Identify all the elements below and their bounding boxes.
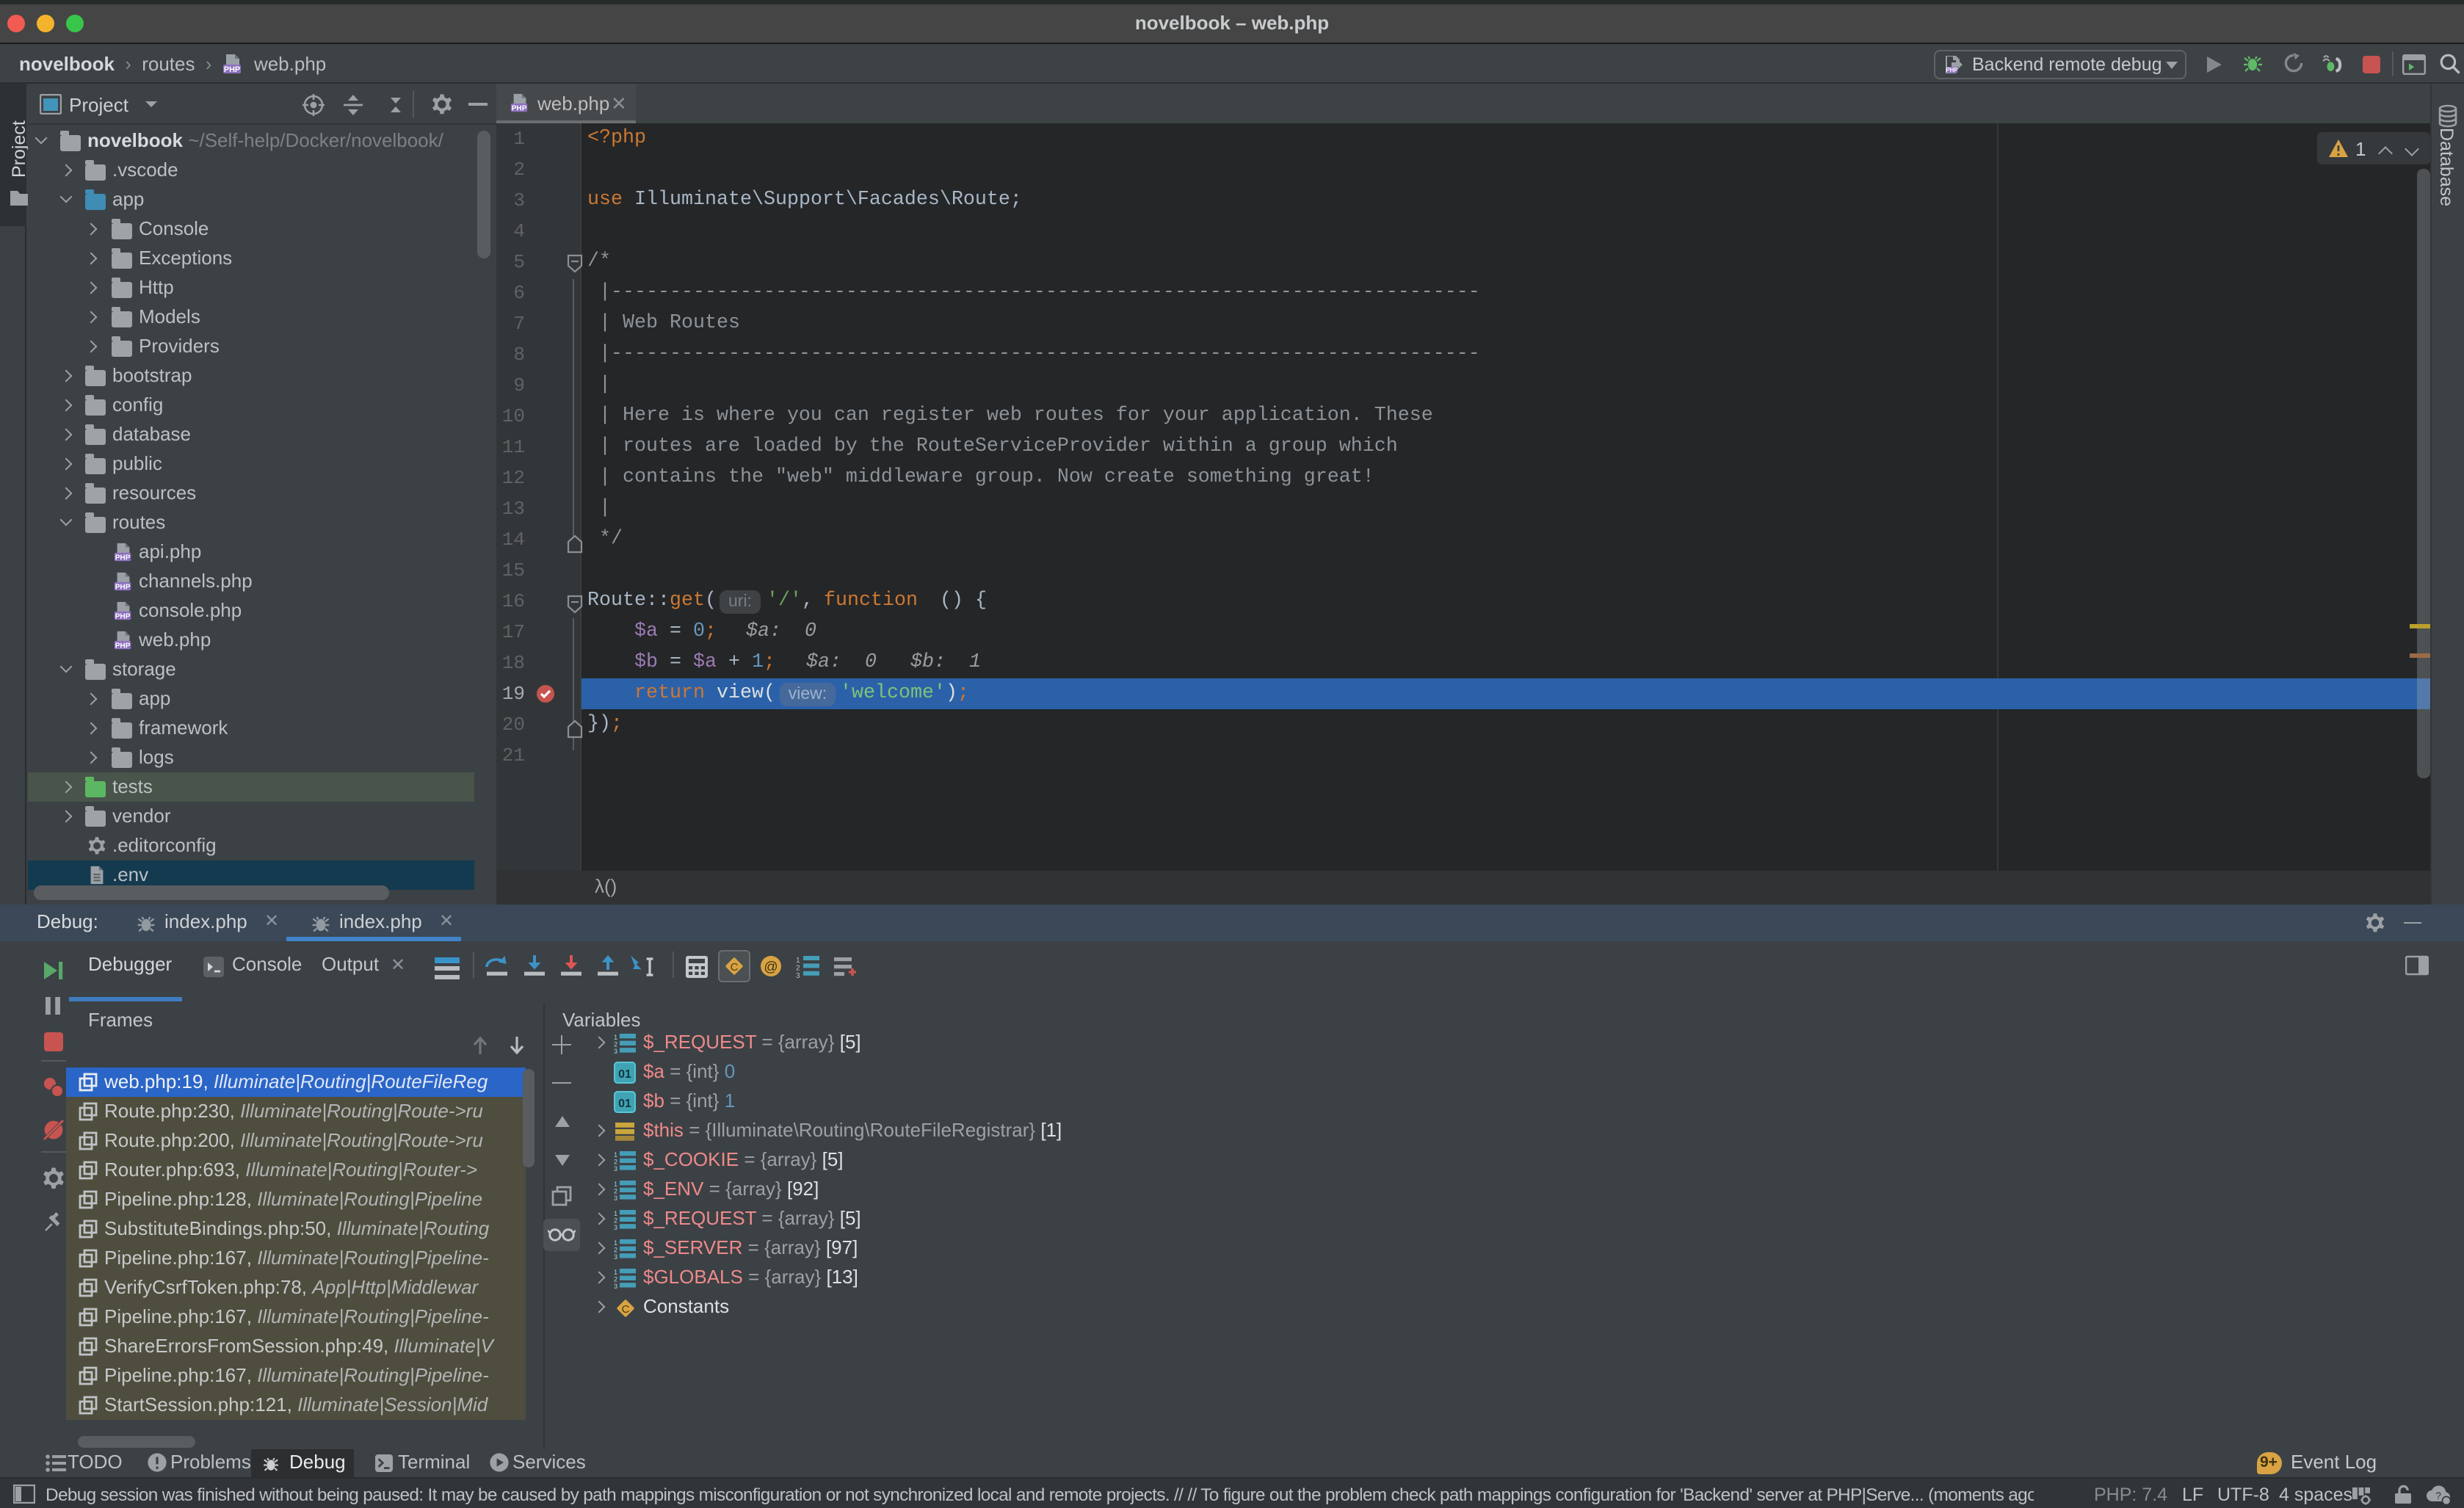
svg-text:1: 1 <box>614 1239 617 1247</box>
svg-text:1: 1 <box>796 957 800 965</box>
svg-text:2: 2 <box>796 964 800 972</box>
svg-text:3: 3 <box>614 1195 617 1201</box>
svg-text:2: 2 <box>614 1159 617 1166</box>
svg-text:PHP: PHP <box>115 583 131 591</box>
svg-text:3: 3 <box>796 972 800 978</box>
svg-text:PHP: PHP <box>115 554 131 562</box>
svg-text:1: 1 <box>614 1151 617 1159</box>
svg-text:3: 3 <box>614 1165 617 1172</box>
svg-text:C: C <box>731 961 739 974</box>
svg-text:PHP: PHP <box>1946 67 1957 73</box>
svg-text:?: ? <box>2435 1490 2441 1501</box>
svg-text:@: @ <box>764 960 778 975</box>
svg-text:2: 2 <box>614 1247 617 1254</box>
svg-text:1: 1 <box>614 1210 617 1217</box>
svg-text:PHP: PHP <box>512 104 527 112</box>
svg-text:2: 2 <box>614 1276 617 1283</box>
svg-text:2: 2 <box>614 1217 617 1225</box>
svg-text:1: 1 <box>614 1034 617 1041</box>
svg-text:C: C <box>622 1303 630 1316</box>
svg-text:1: 1 <box>614 1269 617 1276</box>
svg-text:PHP: PHP <box>115 642 131 650</box>
svg-text:3: 3 <box>614 1283 617 1289</box>
svg-text:3: 3 <box>614 1048 617 1054</box>
svg-text:3: 3 <box>614 1253 617 1260</box>
svg-text:2: 2 <box>614 1041 617 1048</box>
svg-text:1: 1 <box>614 1181 617 1188</box>
svg-text:01: 01 <box>618 1068 631 1081</box>
svg-text:2: 2 <box>614 1188 617 1195</box>
svg-text:PHP: PHP <box>225 65 241 74</box>
svg-text:3: 3 <box>614 1224 617 1230</box>
svg-text:PHP: PHP <box>115 612 131 620</box>
svg-text:01: 01 <box>618 1098 631 1110</box>
